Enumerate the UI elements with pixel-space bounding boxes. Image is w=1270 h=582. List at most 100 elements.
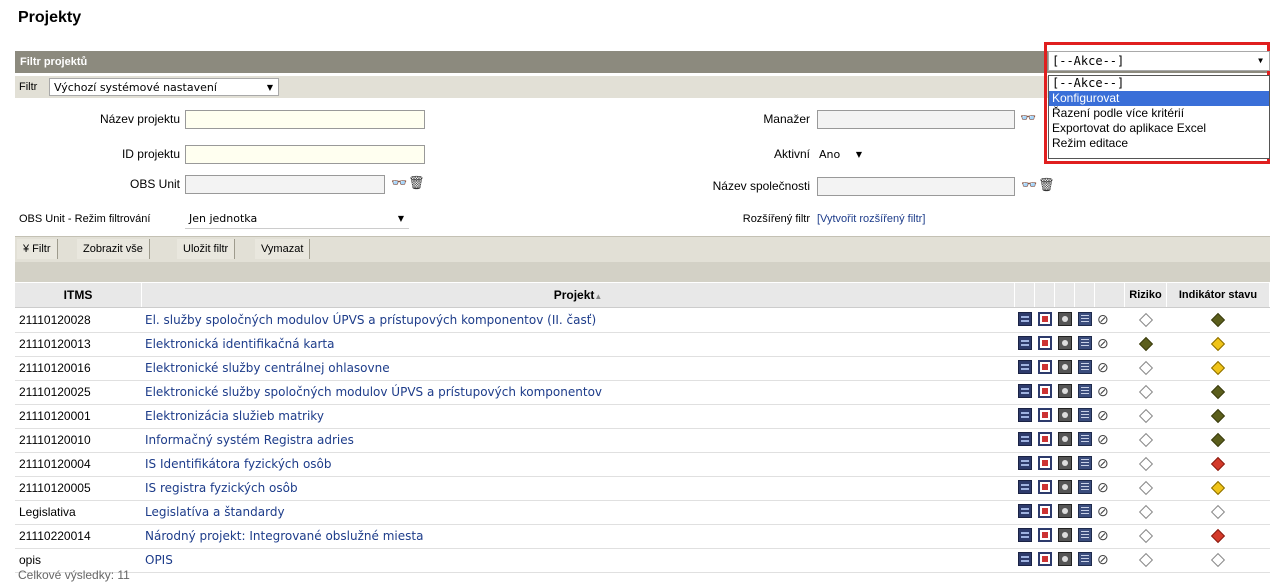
project-link[interactable]: Národný projekt: Integrované obslužné mi… xyxy=(145,529,423,543)
obs-unit-input[interactable] xyxy=(185,175,385,194)
link-icon[interactable]: ⊘ xyxy=(1097,479,1113,495)
team-icon[interactable] xyxy=(1058,480,1072,494)
gantt-icon[interactable] xyxy=(1038,528,1052,542)
column-riziko[interactable]: Riziko xyxy=(1125,283,1167,307)
team-icon[interactable] xyxy=(1058,456,1072,470)
properties-icon[interactable] xyxy=(1018,360,1032,374)
save-filter-button[interactable]: Uložit filtr xyxy=(177,239,236,259)
budget-icon[interactable] xyxy=(1078,432,1092,446)
gantt-icon[interactable] xyxy=(1038,384,1052,398)
budget-icon[interactable] xyxy=(1078,384,1092,398)
project-link[interactable]: IS Identifikátora fyzických osôb xyxy=(145,457,332,471)
budget-icon[interactable] xyxy=(1078,360,1092,374)
team-icon[interactable] xyxy=(1058,336,1072,350)
project-link[interactable]: OPIS xyxy=(145,553,173,567)
project-link[interactable]: Elektronická identifikačná karta xyxy=(145,337,335,351)
gantt-icon[interactable] xyxy=(1038,360,1052,374)
budget-icon[interactable] xyxy=(1078,456,1092,470)
column-itms[interactable]: ITMS xyxy=(15,283,142,307)
project-link[interactable]: Elektronické služby centrálnej ohlasovne xyxy=(145,361,390,375)
active-label: Aktivní xyxy=(773,147,810,161)
manager-input[interactable] xyxy=(817,110,1015,129)
gantt-icon[interactable] xyxy=(1038,456,1052,470)
budget-icon[interactable] xyxy=(1078,336,1092,350)
project-link[interactable]: El. služby spoločných modulov ÚPVS a prí… xyxy=(145,313,596,327)
binoculars-icon[interactable]: 👓 xyxy=(1021,177,1038,193)
properties-icon[interactable] xyxy=(1018,336,1032,350)
itms-cell: 21110120028 xyxy=(19,313,91,327)
properties-icon[interactable] xyxy=(1018,456,1032,470)
link-icon[interactable]: ⊘ xyxy=(1097,311,1113,327)
clear-button[interactable]: Vymazat xyxy=(255,239,311,259)
trash-icon[interactable]: 🗑 xyxy=(1038,177,1056,193)
actions-option[interactable]: [--Akce--] xyxy=(1049,76,1269,91)
project-link[interactable]: Legislatíva a štandardy xyxy=(145,505,285,519)
column-projekt[interactable]: Projekt▲ xyxy=(142,283,1015,307)
team-icon[interactable] xyxy=(1058,528,1072,542)
gantt-icon[interactable] xyxy=(1038,480,1052,494)
properties-icon[interactable] xyxy=(1018,504,1032,518)
properties-icon[interactable] xyxy=(1018,312,1032,326)
budget-icon[interactable] xyxy=(1078,552,1092,566)
binoculars-icon[interactable]: 👓 xyxy=(1020,110,1037,126)
link-icon[interactable]: ⊘ xyxy=(1097,455,1113,471)
team-icon[interactable] xyxy=(1058,312,1072,326)
risk-indicator-icon xyxy=(1138,552,1154,568)
project-link[interactable]: Elektronické služby spoločných modulov Ú… xyxy=(145,385,602,399)
trash-icon[interactable]: 🗑 xyxy=(408,175,426,191)
create-advanced-filter-link[interactable]: [Vytvořit rozšířený filtr] xyxy=(817,213,925,225)
actions-select[interactable]: [--Akce--] ▼ xyxy=(1048,51,1270,71)
gantt-icon[interactable] xyxy=(1038,312,1052,326)
properties-icon[interactable] xyxy=(1018,432,1032,446)
team-icon[interactable] xyxy=(1058,432,1072,446)
budget-icon[interactable] xyxy=(1078,528,1092,542)
saved-filter-select[interactable]: Výchozí systémové nastavení ▼ xyxy=(49,78,279,96)
team-icon[interactable] xyxy=(1058,360,1072,374)
team-icon[interactable] xyxy=(1058,384,1072,398)
link-icon[interactable]: ⊘ xyxy=(1097,359,1113,375)
link-icon[interactable]: ⊘ xyxy=(1097,527,1113,543)
project-name-input[interactable] xyxy=(185,110,425,129)
project-id-input[interactable] xyxy=(185,145,425,164)
budget-icon[interactable] xyxy=(1078,312,1092,326)
risk-indicator-icon xyxy=(1138,360,1154,376)
active-select[interactable]: Ano ▼ xyxy=(815,145,867,165)
gantt-icon[interactable] xyxy=(1038,336,1052,350)
link-icon[interactable]: ⊘ xyxy=(1097,431,1113,447)
link-icon[interactable]: ⊘ xyxy=(1097,335,1113,351)
actions-option[interactable]: Režim editace xyxy=(1049,136,1269,151)
gantt-icon[interactable] xyxy=(1038,504,1052,518)
project-link[interactable]: Informačný systém Registra adries xyxy=(145,433,354,447)
budget-icon[interactable] xyxy=(1078,504,1092,518)
show-all-button[interactable]: Zobrazit vše xyxy=(77,239,150,259)
team-icon[interactable] xyxy=(1058,504,1072,518)
actions-option[interactable]: Konfigurovat xyxy=(1049,91,1269,106)
properties-icon[interactable] xyxy=(1018,552,1032,566)
link-icon[interactable]: ⊘ xyxy=(1097,383,1113,399)
gantt-icon[interactable] xyxy=(1038,432,1052,446)
column-indikator[interactable]: Indikátor stavu xyxy=(1167,283,1270,307)
actions-option[interactable]: Exportovat do aplikace Excel xyxy=(1049,121,1269,136)
gantt-icon[interactable] xyxy=(1038,552,1052,566)
gantt-icon[interactable] xyxy=(1038,408,1052,422)
properties-icon[interactable] xyxy=(1018,408,1032,422)
actions-option[interactable]: Řazení podle více kritérií xyxy=(1049,106,1269,121)
link-icon[interactable]: ⊘ xyxy=(1097,503,1113,519)
team-icon[interactable] xyxy=(1058,408,1072,422)
properties-icon[interactable] xyxy=(1018,384,1032,398)
budget-icon[interactable] xyxy=(1078,480,1092,494)
itms-cell: 21110120025 xyxy=(19,385,91,399)
budget-icon[interactable] xyxy=(1078,408,1092,422)
properties-icon[interactable] xyxy=(1018,528,1032,542)
team-icon[interactable] xyxy=(1058,552,1072,566)
binoculars-icon[interactable]: 👓 xyxy=(391,175,408,191)
link-icon[interactable]: ⊘ xyxy=(1097,407,1113,423)
project-link[interactable]: Elektronizácia služieb matriky xyxy=(145,409,324,423)
filter-toggle-button[interactable]: ¥ Filtr xyxy=(17,239,58,259)
table-row: 21110120013 Elektronická identifikačná ka… xyxy=(15,332,1270,357)
company-name-input[interactable] xyxy=(817,177,1015,196)
obs-mode-select[interactable]: Jen jednotka ▼ xyxy=(185,209,409,229)
properties-icon[interactable] xyxy=(1018,480,1032,494)
link-icon[interactable]: ⊘ xyxy=(1097,551,1113,567)
project-link[interactable]: IS registra fyzických osôb xyxy=(145,481,298,495)
